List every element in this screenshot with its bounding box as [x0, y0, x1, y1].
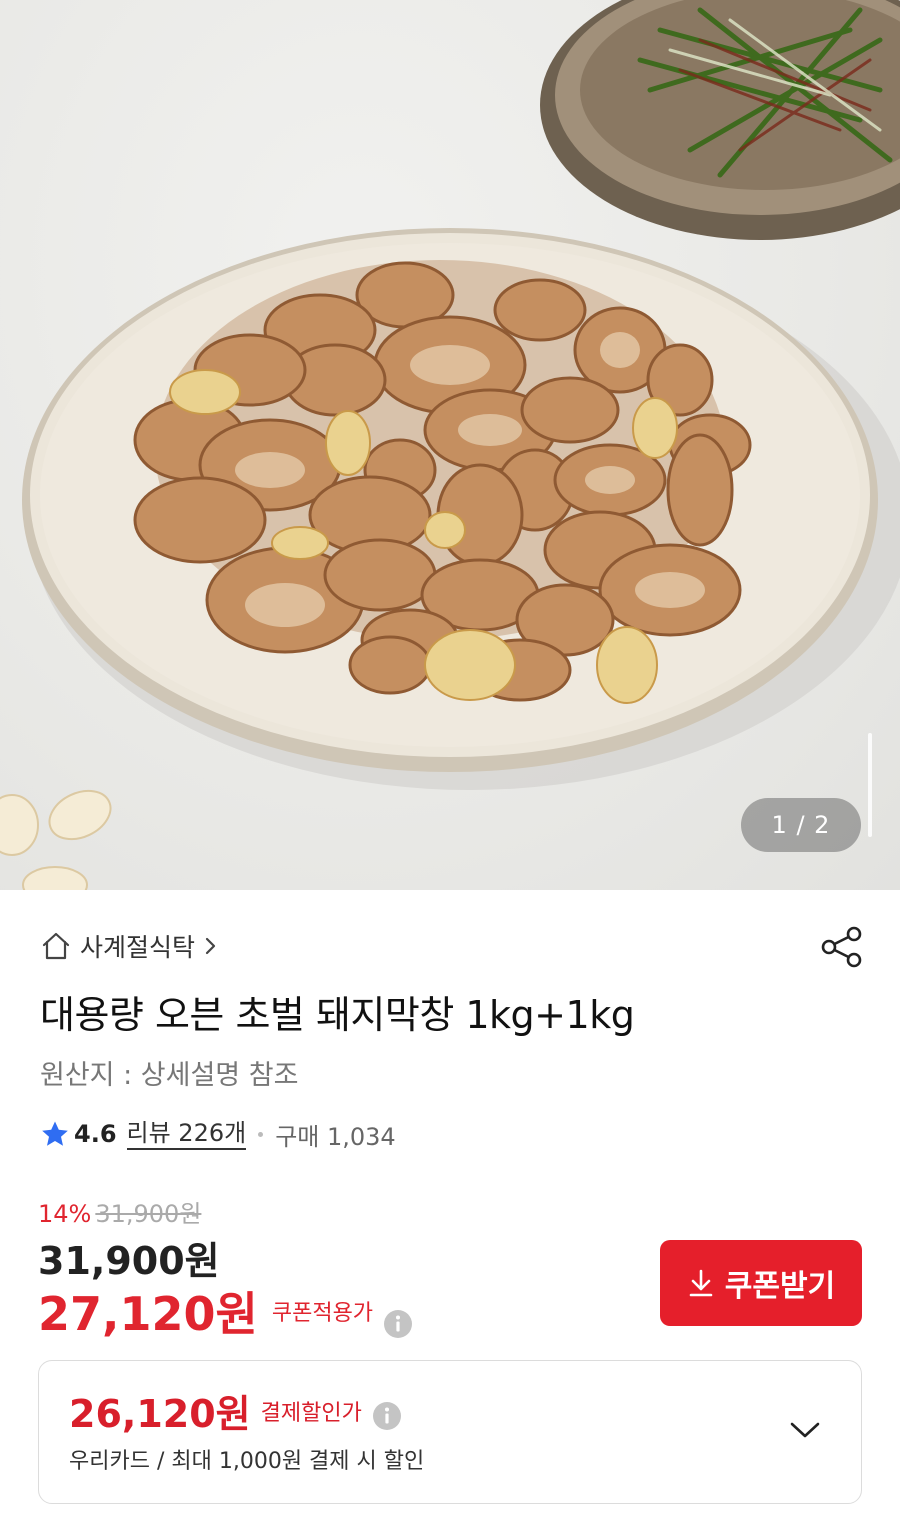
rating-score: 4.6 — [74, 1120, 117, 1148]
download-icon — [689, 1269, 713, 1297]
discount-row: 14% 31,900원 — [38, 1194, 201, 1229]
product-origin: 원산지 : 상세설명 참조 — [40, 1060, 299, 1091]
payment-discount-detail: 우리카드 / 최대 1,000원 결제 시 할인 — [69, 1449, 425, 1474]
store-link[interactable]: 사계절식탁 — [40, 926, 219, 966]
purchase-count: 구매 1,034 — [275, 1122, 396, 1151]
home-icon — [40, 930, 72, 962]
coupon-price: 27,120원 — [38, 1287, 258, 1341]
payment-price-row: 26,120원 결제할인가 — [69, 1383, 402, 1438]
info-icon[interactable] — [383, 1296, 413, 1338]
get-coupon-button[interactable]: 쿠폰받기 — [660, 1240, 862, 1326]
store-name: 사계절식탁 — [80, 933, 196, 962]
separator-dot — [258, 1131, 264, 1137]
product-image-gallery[interactable]: 1 / 2 — [0, 0, 900, 890]
coupon-price-label: 쿠폰적용가 — [271, 1301, 374, 1326]
chevron-right-icon — [203, 934, 219, 958]
share-icon[interactable] — [820, 925, 864, 969]
product-title: 대용량 오븐 초벌 돼지막창 1kg+1kg — [40, 993, 635, 1037]
coupon-price-row: 27,120원 쿠폰적용가 — [38, 1278, 413, 1344]
info-icon[interactable] — [372, 1396, 402, 1430]
star-icon — [40, 1119, 70, 1149]
discount-rate: 14% — [38, 1200, 92, 1228]
product-photo — [0, 0, 900, 890]
payment-discount-label: 결제할인가 — [260, 1400, 362, 1426]
gallery-page-indicator: 1 / 2 — [741, 798, 861, 852]
chevron-down-icon[interactable] — [787, 1417, 823, 1443]
payment-discount-price: 26,120원 — [69, 1392, 251, 1436]
review-count-link[interactable]: 리뷰 226개 — [126, 1118, 247, 1150]
current-price: 31,900원 — [38, 1239, 220, 1283]
payment-discount-box[interactable]: 26,120원 결제할인가 우리카드 / 최대 1,000원 결제 시 할인 — [38, 1360, 862, 1504]
original-price: 31,900원 — [95, 1200, 202, 1228]
gallery-scroll-indicator — [868, 733, 872, 837]
rating-row: 4.6 리뷰 226개 구매 1,034 — [40, 1116, 396, 1152]
get-coupon-label: 쿠폰받기 — [724, 1270, 836, 1303]
